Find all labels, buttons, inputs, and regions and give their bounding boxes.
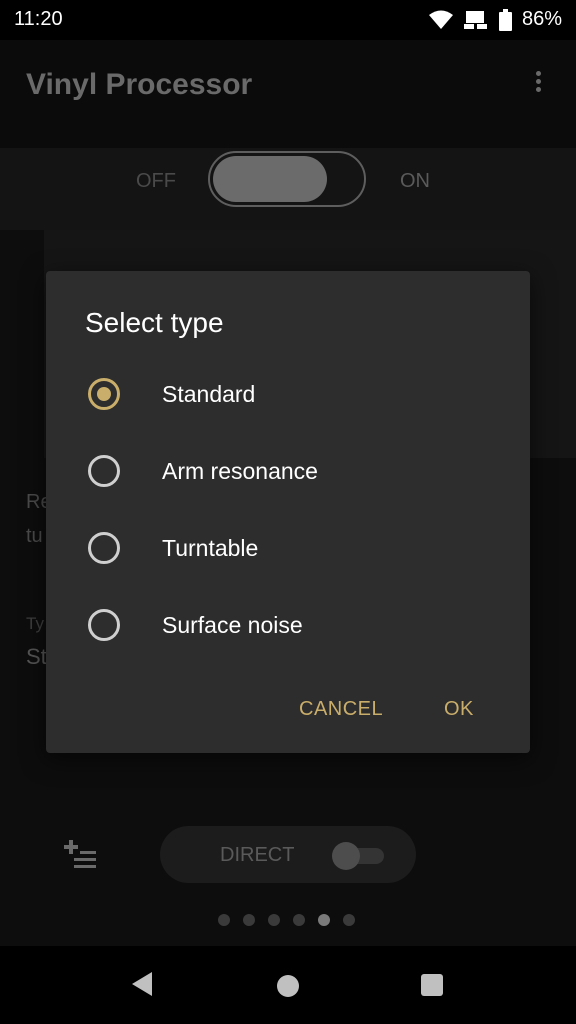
status-icons: 86% bbox=[428, 8, 562, 31]
select-type-dialog: Select type Standard Arm resonance Turnt… bbox=[46, 271, 530, 753]
power-toggle[interactable] bbox=[208, 151, 366, 207]
page-dot-active[interactable] bbox=[318, 914, 330, 926]
page-dot[interactable] bbox=[293, 914, 305, 926]
page-dot[interactable] bbox=[218, 914, 230, 926]
direct-toggle-thumb[interactable] bbox=[332, 842, 360, 870]
switch-on-label: ON bbox=[400, 170, 430, 192]
app-bar: Vinyl Processor bbox=[0, 40, 576, 148]
dialog-title: Select type bbox=[85, 307, 224, 338]
switch-off-label: OFF bbox=[136, 170, 176, 192]
ok-button[interactable]: OK bbox=[444, 698, 474, 721]
page-dot[interactable] bbox=[243, 914, 255, 926]
direct-control[interactable]: DIRECT bbox=[160, 826, 416, 883]
option-arm-resonance[interactable]: Arm resonance bbox=[46, 433, 530, 510]
power-switch-band: OFF ON bbox=[0, 148, 576, 230]
app-title: Vinyl Processor bbox=[26, 68, 253, 101]
option-standard[interactable]: Standard bbox=[46, 356, 530, 433]
type-label: Ty bbox=[26, 614, 44, 633]
home-icon[interactable] bbox=[277, 975, 299, 997]
option-label: Arm resonance bbox=[162, 458, 318, 484]
sd-card-icon bbox=[463, 10, 487, 29]
power-toggle-thumb[interactable] bbox=[213, 156, 327, 202]
option-label: Standard bbox=[162, 381, 256, 407]
option-surface-noise[interactable]: Surface noise bbox=[46, 587, 530, 664]
battery-percent: 86% bbox=[521, 8, 562, 30]
option-label: Surface noise bbox=[162, 612, 303, 638]
option-turntable[interactable]: Turntable bbox=[46, 510, 530, 587]
navigation-bar bbox=[0, 946, 576, 1024]
direct-toggle[interactable] bbox=[332, 842, 386, 870]
recents-icon[interactable] bbox=[421, 974, 443, 996]
radio-checked-icon[interactable] bbox=[88, 378, 120, 410]
status-time: 11:20 bbox=[14, 8, 63, 30]
back-icon[interactable] bbox=[130, 970, 154, 998]
page-dot[interactable] bbox=[343, 914, 355, 926]
overflow-menu-icon[interactable] bbox=[526, 68, 550, 98]
radio-unchecked-icon[interactable] bbox=[88, 532, 120, 564]
type-value[interactable]: St bbox=[26, 644, 47, 670]
battery-icon bbox=[498, 8, 512, 31]
page-dot[interactable] bbox=[268, 914, 280, 926]
radio-unchecked-icon[interactable] bbox=[88, 455, 120, 487]
wifi-icon bbox=[428, 10, 453, 29]
status-bar: 11:20 86% bbox=[0, 0, 576, 40]
page-indicator bbox=[218, 914, 355, 926]
direct-label: DIRECT bbox=[220, 844, 295, 866]
option-label: Turntable bbox=[162, 535, 259, 561]
cancel-button[interactable]: CANCEL bbox=[299, 698, 383, 721]
radio-unchecked-icon[interactable] bbox=[88, 609, 120, 641]
add-list-icon[interactable] bbox=[62, 838, 102, 872]
